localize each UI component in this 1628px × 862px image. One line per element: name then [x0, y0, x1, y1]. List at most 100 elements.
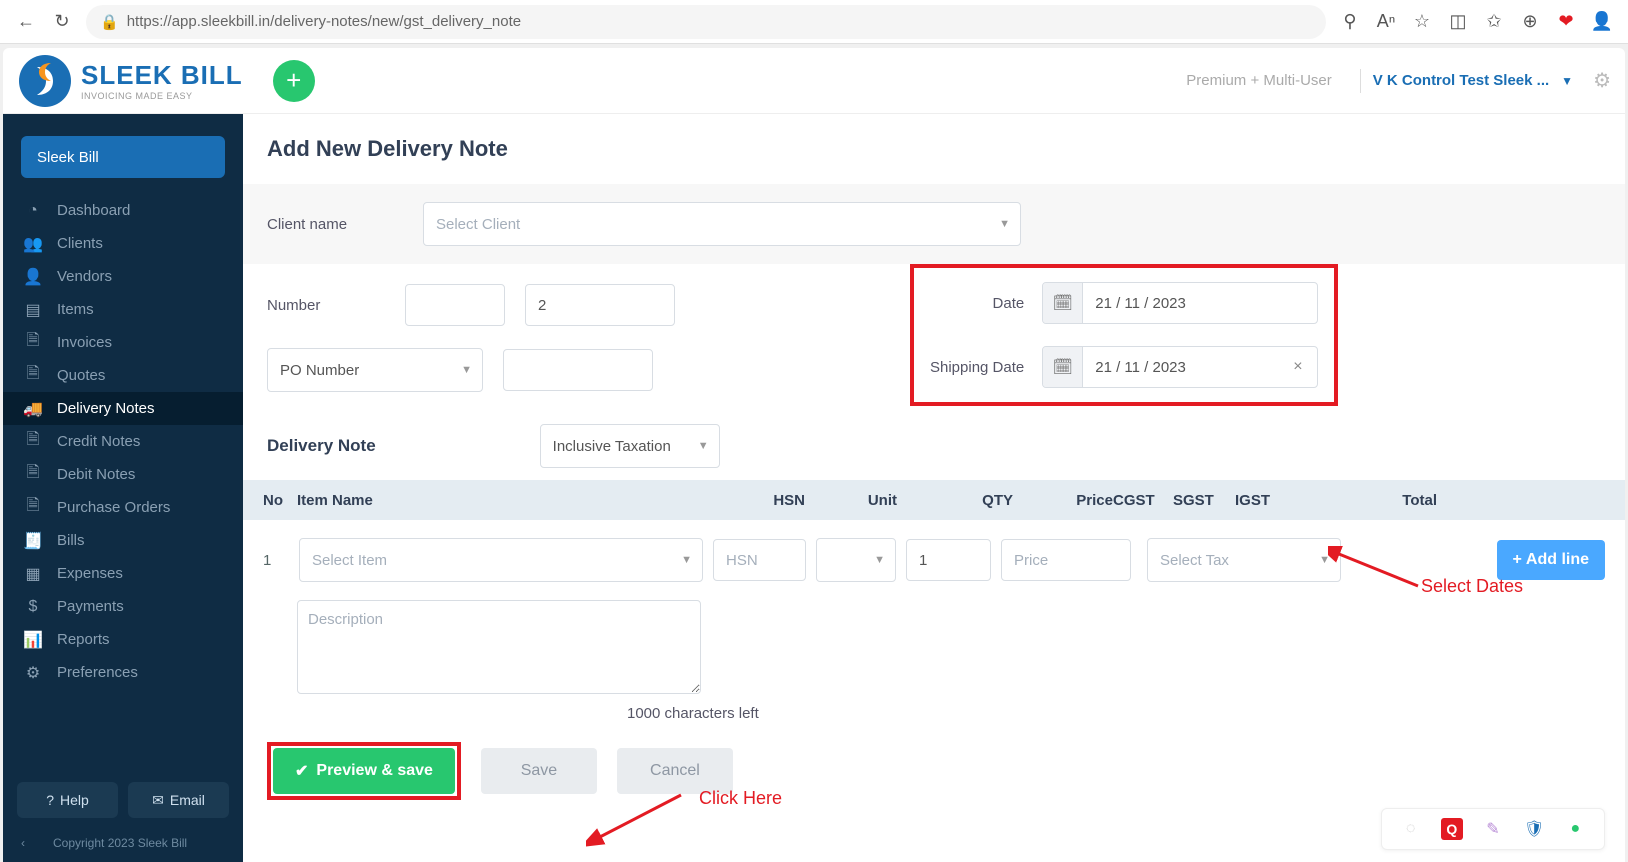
premium-label: Premium + Multi-User — [1186, 72, 1331, 89]
preview-save-highlight: ✔ Preview & save — [267, 742, 461, 800]
chevron-down-icon: ▼ — [1319, 554, 1330, 566]
help-button[interactable]: ?Help — [17, 782, 118, 818]
shipping-date-input[interactable]: 🗓 21 / 11 / 2023 × — [1042, 346, 1318, 388]
number-input[interactable] — [525, 284, 675, 326]
dates-highlight-box: Date 🗓 21 / 11 / 2023 Shipping Date 🗓 21… — [910, 264, 1338, 406]
email-button[interactable]: ✉Email — [128, 782, 229, 818]
item-select[interactable]: Select Item ▼ — [299, 538, 703, 582]
quote-icon: 🗎 — [21, 362, 45, 389]
description-textarea[interactable] — [297, 600, 701, 694]
dollar-icon: $ — [21, 598, 45, 616]
grid-icon: ▦ — [21, 564, 45, 584]
credit-icon: 🗎 — [21, 428, 45, 455]
chevron-down-icon: ▼ — [874, 554, 885, 566]
gear-icon[interactable]: ⚙ — [1593, 68, 1611, 93]
row-no: 1 — [263, 552, 289, 569]
browser-favorites-icon[interactable]: ✩ — [1476, 4, 1512, 40]
check-icon: ✔ — [295, 761, 308, 781]
sidebar-item-vendors[interactable]: 👤Vendors — [3, 260, 243, 293]
help-icon: ? — [46, 792, 54, 808]
table-header: No Item Name HSN Unit QTY Price CGST SGS… — [243, 480, 1625, 520]
logo-title: SLEEK BILL — [81, 60, 243, 91]
client-label: Client name — [267, 216, 423, 233]
sidebar-item-credit-notes[interactable]: 🗎Credit Notes — [3, 425, 243, 458]
sidebar-item-debit-notes[interactable]: 🗎Debit Notes — [3, 458, 243, 491]
tax-select[interactable]: Select Tax ▼ — [1147, 538, 1341, 582]
chart-icon: 📊 — [21, 630, 45, 650]
back-button[interactable]: ← — [8, 4, 44, 40]
sidebar-item-clients[interactable]: 👥Clients — [3, 227, 243, 260]
ext-icon-1[interactable]: ◌ — [1400, 818, 1422, 840]
browser-split-icon[interactable]: ◫ — [1440, 4, 1476, 40]
app-logo[interactable]: SLEEK BILL INVOICING MADE EASY — [17, 53, 243, 109]
preview-save-button[interactable]: ✔ Preview & save — [273, 748, 455, 794]
ext-icon-shield[interactable]: 🛡 — [1523, 818, 1545, 840]
clear-icon[interactable]: × — [1293, 358, 1317, 376]
sidebar-item-invoices[interactable]: 🗎Invoices — [3, 326, 243, 359]
sidebar-item-quotes[interactable]: 🗎Quotes — [3, 359, 243, 392]
sidebar-brand[interactable]: Sleek Bill — [21, 136, 225, 178]
date-input[interactable]: 🗓 21 / 11 / 2023 — [1042, 282, 1318, 324]
number-prefix-input[interactable] — [405, 284, 505, 326]
sidebar-item-reports[interactable]: 📊Reports — [3, 623, 243, 656]
users-icon: 👥 — [21, 234, 45, 254]
invoice-icon: 🗎 — [21, 329, 45, 356]
cancel-button[interactable]: Cancel — [617, 748, 733, 794]
sidebar-item-bills[interactable]: 🧾Bills — [3, 524, 243, 557]
calendar-icon: 🗓 — [1043, 347, 1083, 387]
user-name[interactable]: V K Control Test Sleek ... — [1373, 72, 1549, 89]
client-select[interactable]: Select Client ▼ — [423, 202, 1021, 246]
po-icon: 🗎 — [21, 494, 45, 521]
number-label: Number — [267, 297, 385, 314]
truck-icon: 🚚 — [21, 399, 45, 419]
sidebar-item-expenses[interactable]: ▦Expenses — [3, 557, 243, 590]
collapse-icon[interactable]: ‹ — [21, 836, 25, 850]
ext-icon-green[interactable]: ● — [1564, 818, 1586, 840]
po-select[interactable]: PO Number ▼ — [267, 348, 483, 392]
sidebar-item-payments[interactable]: $Payments — [3, 590, 243, 623]
sidebar-item-dashboard[interactable]: ◔Dashboard — [3, 194, 243, 227]
shipping-date-label: Shipping Date — [930, 359, 1024, 376]
qty-input[interactable] — [906, 539, 991, 581]
sliders-icon: ⚙ — [21, 663, 45, 683]
ext-icon-q[interactable]: Q — [1441, 818, 1463, 840]
add-line-button[interactable]: + Add line — [1497, 540, 1605, 580]
unit-select[interactable]: ▼ — [816, 538, 896, 582]
sidebar-item-preferences[interactable]: ⚙Preferences — [3, 656, 243, 689]
save-button[interactable]: Save — [481, 748, 597, 794]
page-title: Add New Delivery Note — [243, 114, 1625, 184]
logo-subtitle: INVOICING MADE EASY — [81, 91, 243, 101]
hsn-input[interactable] — [713, 539, 806, 581]
taxation-select[interactable]: Inclusive Taxation ▼ — [540, 424, 720, 468]
sidebar-item-delivery-notes[interactable]: 🚚Delivery Notes — [3, 392, 243, 425]
browser-icon-readaloud[interactable]: Aⁿ — [1368, 4, 1404, 40]
debit-icon: 🗎 — [21, 461, 45, 488]
chevron-down-icon: ▼ — [698, 440, 709, 452]
po-input[interactable] — [503, 349, 653, 391]
browser-icon-1[interactable]: ⚲ — [1332, 4, 1368, 40]
sidebar-item-items[interactable]: ▤Items — [3, 293, 243, 326]
plus-icon: + — [1513, 551, 1522, 569]
sidebar-item-purchase-orders[interactable]: 🗎Purchase Orders — [3, 491, 243, 524]
chevron-down-icon: ▼ — [681, 554, 692, 566]
ext-icon-feather[interactable]: ✎ — [1482, 818, 1504, 840]
new-button[interactable]: + — [273, 60, 315, 102]
browser-collections-icon[interactable]: ⊕ — [1512, 4, 1548, 40]
bill-icon: 🧾 — [21, 531, 45, 551]
browser-profile-icon[interactable]: 👤 — [1584, 4, 1620, 40]
price-input[interactable] — [1001, 539, 1131, 581]
date-label: Date — [993, 295, 1025, 312]
chevron-down-icon: ▼ — [999, 218, 1010, 230]
section-title: Delivery Note — [267, 436, 376, 456]
chevron-down-icon: ▼ — [461, 364, 472, 376]
chars-left: 1000 characters left — [297, 699, 1605, 722]
logo-mark-icon — [17, 53, 73, 109]
chevron-down-icon[interactable]: ▼ — [1561, 74, 1573, 88]
browser-heart-icon[interactable]: ❤ — [1548, 4, 1584, 40]
extension-toolbar: ◌ Q ✎ 🛡 ● — [1381, 808, 1605, 850]
refresh-button[interactable]: ↻ — [44, 4, 80, 40]
address-bar[interactable]: 🔒 https://app.sleekbill.in/delivery-note… — [86, 5, 1326, 39]
box-icon: ▤ — [21, 300, 45, 320]
browser-star-icon[interactable]: ☆ — [1404, 4, 1440, 40]
table-row: 1 Select Item ▼ ▼ Select Tax ▼ + Add lin… — [243, 520, 1625, 600]
